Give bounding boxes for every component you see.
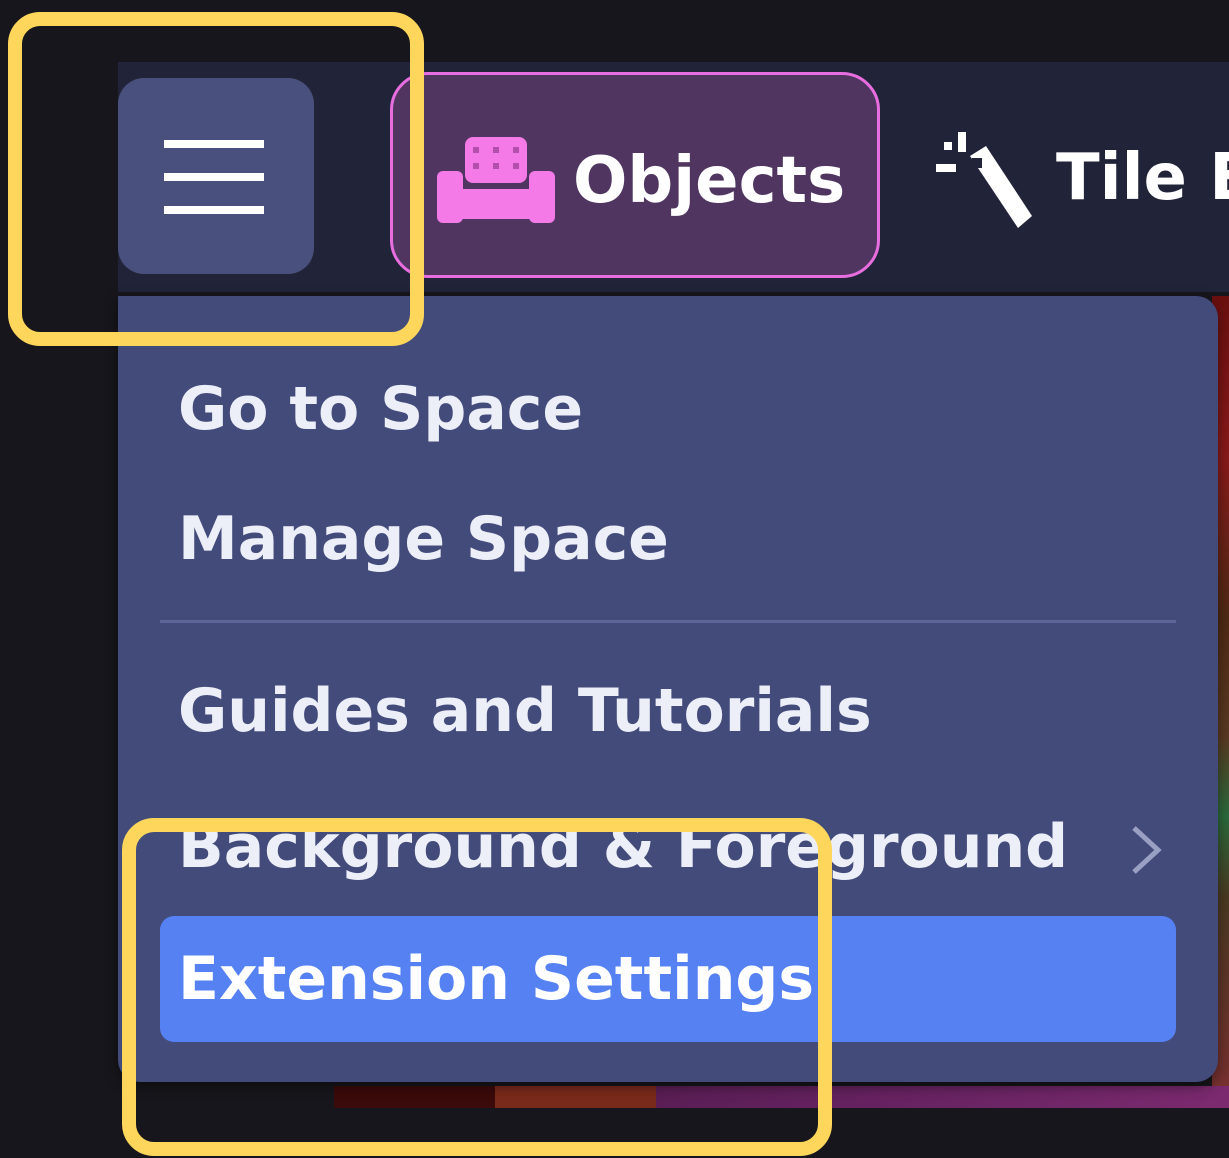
magic-wand-icon [936,132,1032,228]
app-viewport: Objects Tile E Go to Space Manage Space … [0,0,1229,1158]
menu-item-extension-settings[interactable]: Extension Settings [160,916,1176,1042]
menu-item-guides-and-tutorials[interactable]: Guides and Tutorials [160,648,1176,774]
menu-item-background-foreground[interactable]: Background & Foreground [160,784,1176,910]
menu-divider [160,620,1176,623]
menu-item-manage-space[interactable]: Manage Space [160,476,1176,602]
menu-item-go-to-space[interactable]: Go to Space [160,346,1176,472]
map-canvas-bottom [334,1086,1229,1108]
sofa-icon [437,137,555,223]
tab-tile-effects-label: Tile E [1056,141,1229,215]
main-menu-dropdown: Go to Space Manage Space Guides and Tuto… [118,296,1218,1082]
main-menu-button[interactable] [118,78,314,274]
tab-objects-label: Objects [573,144,846,218]
tab-objects[interactable]: Objects [390,72,880,278]
menu-item-background-foreground-label: Background & Foreground [178,812,1069,882]
chevron-right-icon [1132,826,1162,874]
hamburger-menu-icon [164,140,264,239]
tab-tile-effects[interactable]: Tile E [920,72,1229,278]
